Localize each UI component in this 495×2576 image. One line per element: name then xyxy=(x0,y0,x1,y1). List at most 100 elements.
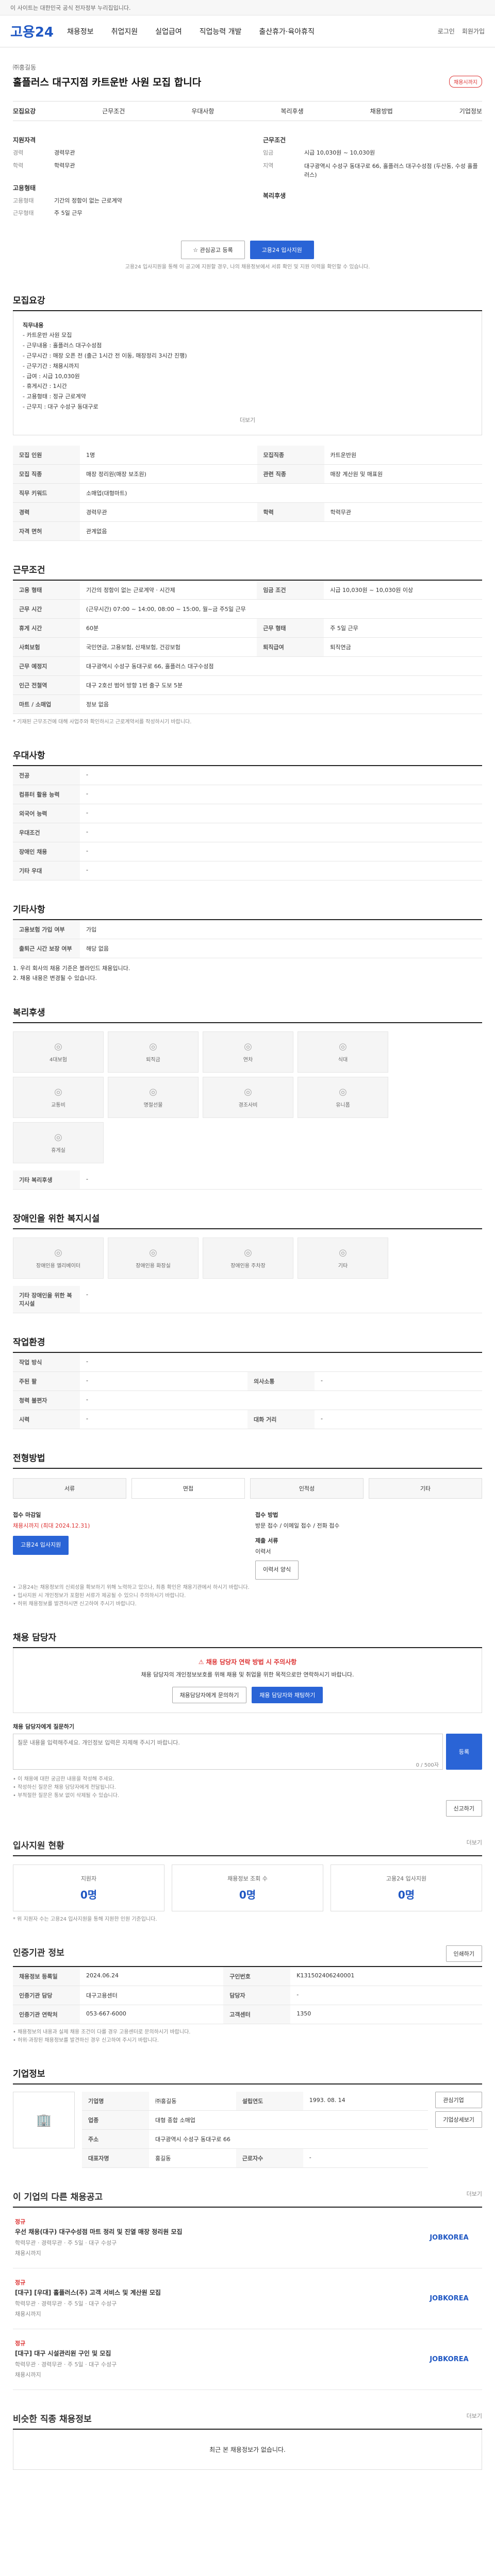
info-notes: • 채용정보의 내용과 실제 채용 조건이 다를 경우 고용센터로 문의하시기 … xyxy=(13,2028,482,2045)
interest-button[interactable]: ☆ 관심공고 등록 xyxy=(181,240,245,259)
benefit-icon: ◎ xyxy=(54,1132,62,1143)
menu-item[interactable]: 직업능력 개발 xyxy=(200,26,242,37)
ask-form: 0 / 500자 등록 xyxy=(13,1733,482,1771)
benefit-label: 교통비 xyxy=(51,1103,65,1109)
login-link[interactable]: 로그인 xyxy=(438,27,455,36)
user-menu: 로그인 회원가입 xyxy=(438,27,485,36)
row-key: 장애인 채용 xyxy=(13,842,80,861)
hire-note: • 고용24는 채용정보의 신뢰성을 확보하기 위해 노력하고 있으나, 최종 … xyxy=(13,1584,250,1590)
hire-step: 서류 xyxy=(13,1478,126,1499)
row-key: 업종 xyxy=(82,2110,149,2130)
benefit-icon: ◎ xyxy=(149,1247,157,1259)
recruit-table: 모집 인원 1명 모집직종 카트운반원 모집 직종 매장 정리원(매장 보조원) 관련 직종… xyxy=(13,445,482,541)
apply-button[interactable]: 고용24 입사지원 xyxy=(250,240,314,259)
stat-label: 고용24 입사지원 xyxy=(386,1875,427,1882)
job-tag: 정규 xyxy=(15,2340,26,2347)
row-value: 매장 계산원 및 매표원 xyxy=(324,464,482,484)
company-detail-button[interactable]: 기업상세보기 xyxy=(435,2111,482,2128)
recent-empty-message: 최근 본 채용정보가 없습니다. xyxy=(13,2429,482,2470)
section-title: 인증기관 정보 xyxy=(13,1947,64,1958)
table-row: 컴퓨터 활용 능력 - xyxy=(13,785,482,804)
row-key: 고용 형태 xyxy=(13,580,80,600)
benefit-icon: ◎ xyxy=(244,1041,252,1053)
submit-question-button[interactable]: 등록 xyxy=(446,1733,482,1770)
docs-value: 이력서 xyxy=(255,1548,271,1555)
table-row: 자격 면허 관계없음 xyxy=(13,521,482,541)
government-banner: 이 사이트는 대한민국 공식 전자정부 누리집입니다. xyxy=(0,0,495,15)
condition-note: * 기재된 근무조건에 대해 사업주와 확인하시고 근로계약서를 작성하시기 바… xyxy=(13,719,192,725)
menu-item[interactable]: 채용정보 xyxy=(67,26,94,37)
job-item-meta: 학력무관 · 경력무관 · 주 5일 · 대구 수성구 xyxy=(15,2361,117,2368)
table-row: 직무 키워드 소매업(대형마트) xyxy=(13,483,482,503)
benefit-item: ◎ 장애인용 화장실 xyxy=(108,1238,199,1279)
row-key: 주소 xyxy=(82,2129,149,2149)
info-note: • 채용정보의 내용과 실제 채용 조건이 다를 경우 고용센터로 문의하시기 … xyxy=(13,2029,191,2035)
job-item-title[interactable]: [대구] [우대] 홀플러스(주) 고객 서비스 및 계산원 모집 xyxy=(15,2287,410,2299)
row-value: 해당 없음 xyxy=(80,939,482,958)
section-title: 모집요강 xyxy=(13,293,482,311)
resume-form-button[interactable]: 이력서 양식 xyxy=(255,1560,299,1580)
hire-note: • 입사지원 시 개인정보가 포함된 서류가 제공될 수 있으니 주의하시기 바… xyxy=(13,1592,186,1599)
disabled-extra-label: 기타 장애인을 위한 복지시설 xyxy=(13,1286,80,1314)
duty-list: - 카트운반 사원 모집 - 근무내용 : 홀플러스 대구수성점 - 근무시간 : … xyxy=(23,330,472,412)
menu-item[interactable]: 실업급여 xyxy=(155,26,182,37)
row-value: - xyxy=(80,861,482,880)
signup-link[interactable]: 회원가입 xyxy=(462,27,485,36)
tab-prefer[interactable]: 우대사항 xyxy=(191,107,214,115)
list-item[interactable]: 정규 우선 채용(대구) 대구수성점 마트 정리 및 진열 매장 정리원 모집 학력… xyxy=(13,2208,482,2268)
row-key: 외국어 능력 xyxy=(13,804,80,823)
question-input[interactable] xyxy=(13,1733,443,1770)
tab-company[interactable]: 기업정보 xyxy=(459,107,482,115)
menu-item[interactable]: 취업지원 xyxy=(111,26,138,37)
condition-section: 근무조건 고용 형태 기간의 정함이 없는 근로계약 · 시간제 임금 조건 시급 1… xyxy=(13,563,482,726)
hire-step: 면접 xyxy=(131,1478,245,1499)
list-item[interactable]: 정규 [대구] 대구 시설관리원 구인 및 모집 학력무관 · 경력무관 · 주 5… xyxy=(13,2329,482,2390)
company-body: 🏢 기업명 ㈜홍길동 설립연도 1993. 08. 14 업종 대형 종합 소매업 주소 대구… xyxy=(13,2091,482,2168)
tab-welfare[interactable]: 복리후생 xyxy=(280,107,303,115)
table-row: 장애인 채용 - xyxy=(13,842,482,861)
row-value: - xyxy=(80,766,482,785)
more-button[interactable]: 더보기 xyxy=(23,415,472,426)
qa-alert-text: 채용 담당자의 개인정보보호를 위해 채용 및 취업을 위한 목적으로만 연락하… xyxy=(141,1671,354,1678)
table-row: 마트 / 소매업 정보 없음 xyxy=(13,694,482,714)
favorite-company-button[interactable]: 관심기업 xyxy=(435,2091,482,2108)
other-jobs-more-link[interactable]: 더보기 xyxy=(467,2190,482,2202)
chat-manager-button[interactable]: 채용 담당자와 채팅하기 xyxy=(252,1686,323,1703)
summary-heading: 고용형태 xyxy=(13,184,36,192)
table-row: 청력 불편자 - xyxy=(13,1391,482,1411)
tab-condition[interactable]: 근무조건 xyxy=(102,107,125,115)
duty-line: - 근무기간 : 채용시까지 xyxy=(23,362,79,369)
disabled-icon-grid: ◎ 장애인용 엘리베이터 ◎ 장애인용 화장실 ◎ 장애인용 주차장 ◎ 기타 xyxy=(13,1238,482,1279)
company-name[interactable]: ㈜홍길동 xyxy=(13,63,482,72)
menu-item[interactable]: 출산휴가·육아휴직 xyxy=(259,26,315,37)
tab-hire[interactable]: 채용방법 xyxy=(370,107,393,115)
table-row: 기업명 ㈜홍길동 설립연도 1993. 08. 14 xyxy=(82,2091,428,2111)
section-title: 기업정보 xyxy=(13,2066,482,2084)
row-key: 근무 형태 xyxy=(257,618,324,638)
row-value: 학력무관 xyxy=(324,502,482,522)
row-value: 60분 xyxy=(80,618,257,638)
list-item[interactable]: 정규 [대구] [우대] 홀플러스(주) 고객 서비스 및 계산원 모집 학력무관 … xyxy=(13,2268,482,2329)
row-key: 직무 키워드 xyxy=(13,483,80,503)
print-button[interactable]: 인쇄하기 xyxy=(446,1945,482,1962)
prefer-table: 전공 - 컴퓨터 활용 능력 - 외국어 능력 - 우대조건 - 장애인 채용 - 기타 우대 - xyxy=(13,766,482,880)
row-key: 모집직종 xyxy=(257,445,324,465)
contact-manager-button[interactable]: 채용담당자에게 문의하기 xyxy=(172,1686,247,1703)
recent-more-link[interactable]: 더보기 xyxy=(467,2412,482,2425)
stats-more-link[interactable]: 더보기 xyxy=(467,1838,482,1851)
qa-alert: ⚠ 채용 담당자 연락 방법 시 주의사항 채용 담당자의 개인정보보호를 위해… xyxy=(13,1648,482,1713)
hire-apply-button[interactable]: 고용24 입사지원 xyxy=(13,1535,69,1555)
logo[interactable]: 고용24 xyxy=(10,22,54,41)
char-counter: 0 / 500자 xyxy=(416,1762,439,1768)
report-button[interactable]: 신고하기 xyxy=(446,1800,482,1817)
row-key: 대표자명 xyxy=(82,2148,149,2168)
summary-value: 대구광역시 수성구 동대구로 66, 홀플러스 대구수성점 (두산동, 수성 홀… xyxy=(304,162,478,179)
row-key: 전공 xyxy=(13,766,80,785)
tab-recruit[interactable]: 모집요강 xyxy=(13,107,36,115)
duty-line: - 근무지 : 대구 수성구 동대구로 xyxy=(23,403,98,410)
summary-key: 경력 xyxy=(13,149,24,157)
job-item-title[interactable]: [대구] 대구 시설관리원 구인 및 모집 xyxy=(15,2348,410,2360)
jobkorea-logo: JOBKOREA xyxy=(430,2355,469,2363)
hire-step: 인적성 xyxy=(250,1478,364,1499)
job-item-title[interactable]: 우선 채용(대구) 대구수성점 마트 정리 및 진열 매장 정리원 모집 xyxy=(15,2227,410,2238)
